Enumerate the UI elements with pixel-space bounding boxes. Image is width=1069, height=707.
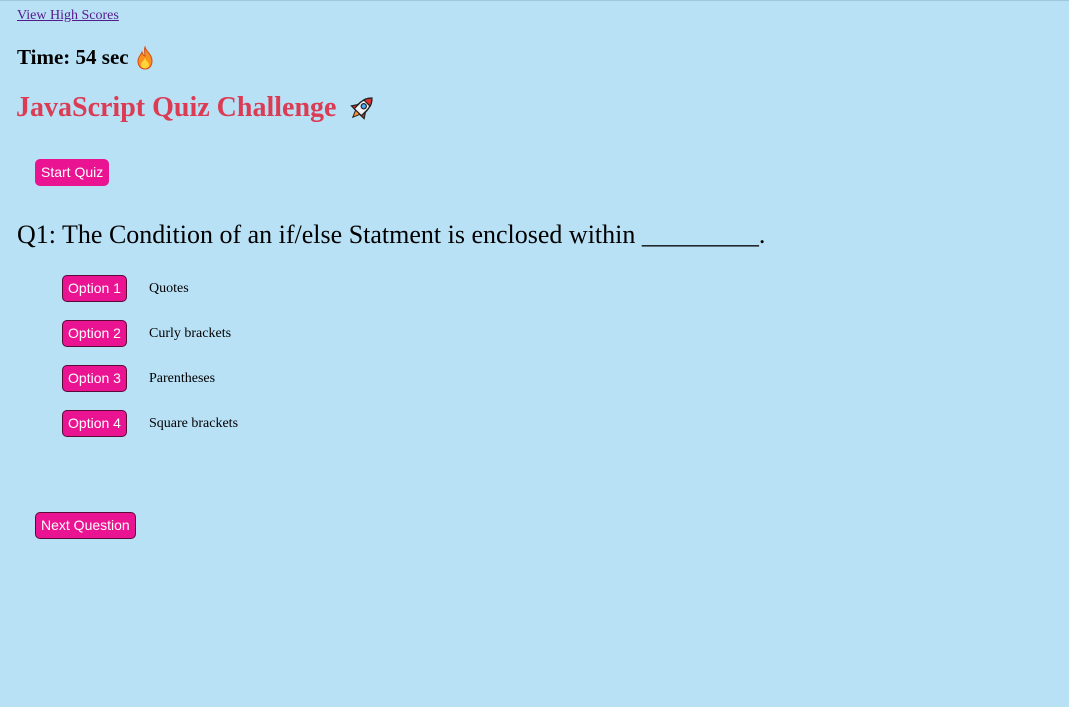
next-question-button[interactable]: Next Question (35, 512, 136, 539)
option-4-button[interactable]: Option 4 (62, 410, 127, 437)
start-quiz-button[interactable]: Start Quiz (35, 159, 110, 186)
option-4-text: Square brackets (149, 415, 239, 431)
title-text: JavaScript Quiz Challenge (16, 92, 337, 123)
option-row-1: Option 1 Quotes (62, 275, 238, 302)
page-title: JavaScript Quiz Challenge (16, 92, 378, 124)
quiz-page: View High Scores Time: 54 sec JavaScript… (0, 1, 1069, 707)
option-3-text: Parentheses (149, 370, 216, 386)
timer-label: Time: 54 sec (17, 45, 129, 69)
question-text: Q1: The Condition of an if/else Statment… (17, 220, 766, 249)
option-1-text: Quotes (149, 280, 189, 296)
option-row-2: Option 2 Curly brackets (62, 320, 238, 347)
options-list: Option 1 Quotes Option 2 Curly brackets … (62, 275, 238, 455)
rocket-icon (346, 92, 378, 124)
option-1-button[interactable]: Option 1 (62, 275, 127, 302)
option-3-button[interactable]: Option 3 (62, 365, 127, 392)
fire-icon (135, 44, 155, 70)
option-2-text: Curly brackets (149, 325, 232, 341)
option-2-button[interactable]: Option 2 (62, 320, 127, 347)
option-row-3: Option 3 Parentheses (62, 365, 238, 392)
view-high-scores-link[interactable]: View High Scores (17, 8, 119, 24)
option-row-4: Option 4 Square brackets (62, 410, 238, 437)
timer: Time: 54 sec (17, 44, 155, 70)
